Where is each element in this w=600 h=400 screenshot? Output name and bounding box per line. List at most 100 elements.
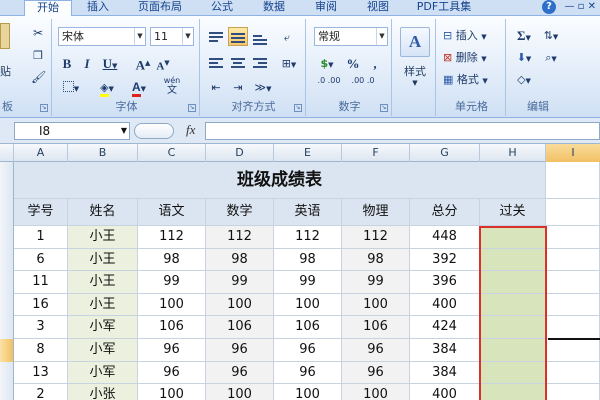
percent-button[interactable]: % <box>344 53 362 72</box>
phonetic-button[interactable]: wén 文 <box>158 75 186 97</box>
shrink-font-button[interactable]: A▼ <box>154 53 172 73</box>
row-header[interactable] <box>0 271 14 294</box>
table-cell[interactable]: 99 <box>342 271 410 294</box>
cell[interactable] <box>546 384 600 400</box>
merge-center-button[interactable]: ⊞▼ <box>276 53 302 72</box>
column-header-d[interactable]: D <box>206 144 274 162</box>
decrease-indent-button[interactable]: ⇤ <box>206 77 226 96</box>
underline-button[interactable]: U▼ <box>98 53 122 72</box>
table-cell[interactable]: 106 <box>138 316 206 339</box>
grow-font-button[interactable]: A▲ <box>134 53 152 73</box>
column-header-b[interactable]: B <box>68 144 138 162</box>
tab-page-layout[interactable]: 页面布局 <box>124 0 196 16</box>
tab-pdf-tools[interactable]: PDF工具集 <box>404 0 484 16</box>
row-header[interactable] <box>0 162 14 199</box>
format-painter-icon[interactable]: 🖌 <box>30 67 46 86</box>
tab-home[interactable]: 开始 <box>24 0 72 17</box>
decrease-decimal-button[interactable]: .00 .0 <box>348 75 378 97</box>
table-cell[interactable]: 384 <box>410 339 480 362</box>
name-box[interactable]: I8 ▼ <box>14 122 130 140</box>
table-cell[interactable] <box>480 361 546 385</box>
table-cell[interactable]: 100 <box>274 384 342 400</box>
align-right-button[interactable] <box>250 53 270 72</box>
cell[interactable] <box>546 271 600 294</box>
clear-button[interactable]: ◇▼ <box>512 69 536 88</box>
row-header[interactable] <box>0 293 14 317</box>
table-cell[interactable]: 1 <box>14 226 68 249</box>
table-cell[interactable]: 96 <box>138 361 206 385</box>
table-cell[interactable]: 100 <box>206 293 274 317</box>
column-label[interactable]: 学号 <box>14 199 68 226</box>
table-cell[interactable]: 小王 <box>68 226 138 249</box>
table-cell[interactable]: 2 <box>14 384 68 400</box>
column-label[interactable]: 英语 <box>274 199 342 226</box>
cell[interactable] <box>546 316 600 339</box>
cell[interactable] <box>546 162 600 199</box>
chevron-down-icon[interactable]: ▼ <box>182 28 193 45</box>
table-cell[interactable]: 小军 <box>68 361 138 385</box>
table-cell[interactable]: 98 <box>206 248 274 272</box>
table-cell[interactable]: 100 <box>274 293 342 317</box>
cell[interactable] <box>546 339 600 362</box>
fill-button[interactable]: ⬇▼ <box>512 47 536 66</box>
row-header[interactable] <box>0 199 14 226</box>
alignment-launcher-icon[interactable]: ↘ <box>294 104 302 112</box>
table-cell[interactable]: 448 <box>410 226 480 249</box>
styles-button-label[interactable]: 样式 <box>394 63 436 79</box>
align-center-button[interactable] <box>228 53 248 72</box>
table-cell[interactable]: 98 <box>274 248 342 272</box>
comma-button[interactable]: , <box>366 53 384 72</box>
table-cell[interactable]: 96 <box>342 361 410 385</box>
table-cell[interactable]: 96 <box>274 361 342 385</box>
table-cell[interactable]: 396 <box>410 271 480 294</box>
column-label[interactable]: 物理 <box>342 199 410 226</box>
font-name-combo[interactable]: 宋体 ▼ <box>58 27 146 46</box>
table-cell[interactable]: 100 <box>206 384 274 400</box>
insert-cells-button[interactable]: ⊟ 插入 ▼ <box>442 25 502 44</box>
table-cell[interactable]: 96 <box>342 339 410 362</box>
format-cells-button[interactable]: ▦ 格式 ▼ <box>442 69 502 88</box>
table-cell[interactable]: 112 <box>138 226 206 249</box>
italic-button[interactable]: I <box>78 53 96 72</box>
table-cell[interactable]: 106 <box>342 316 410 339</box>
number-format-combo[interactable]: 常规 ▼ <box>314 27 388 46</box>
clipboard-launcher-icon[interactable]: ↘ <box>40 104 48 112</box>
table-cell[interactable]: 106 <box>274 316 342 339</box>
table-cell[interactable]: 11 <box>14 271 68 294</box>
table-cell[interactable]: 96 <box>138 339 206 362</box>
row-header[interactable] <box>0 316 14 339</box>
column-label[interactable]: 姓名 <box>68 199 138 226</box>
column-header-f[interactable]: F <box>342 144 410 162</box>
table-cell[interactable]: 3 <box>14 316 68 339</box>
table-cell[interactable]: 96 <box>274 339 342 362</box>
font-size-combo[interactable]: 11 ▼ <box>150 27 194 46</box>
table-cell[interactable]: 400 <box>410 293 480 317</box>
column-header-c[interactable]: C <box>138 144 206 162</box>
table-cell[interactable] <box>480 316 546 339</box>
chevron-down-icon[interactable]: ▼ <box>134 28 145 45</box>
table-cell[interactable]: 6 <box>14 248 68 272</box>
font-launcher-icon[interactable]: ↘ <box>188 104 196 112</box>
table-cell[interactable]: 16 <box>14 293 68 317</box>
cell[interactable] <box>546 293 600 317</box>
table-cell[interactable]: 100 <box>138 384 206 400</box>
increase-indent-button[interactable]: ⇥ <box>228 77 248 96</box>
cell[interactable] <box>546 226 600 249</box>
autosum-button[interactable]: Σ▼ <box>512 25 536 44</box>
tab-review[interactable]: 审阅 <box>304 0 348 16</box>
table-cell[interactable]: 400 <box>410 384 480 400</box>
number-launcher-icon[interactable]: ↘ <box>380 104 388 112</box>
table-cell[interactable]: 392 <box>410 248 480 272</box>
column-label[interactable]: 语文 <box>138 199 206 226</box>
row-header[interactable] <box>0 226 14 249</box>
table-cell[interactable]: 13 <box>14 361 68 385</box>
table-cell[interactable]: 106 <box>206 316 274 339</box>
paste-icon[interactable] <box>0 23 10 49</box>
cell[interactable] <box>546 361 600 385</box>
column-header-i[interactable]: I <box>546 144 600 162</box>
copy-icon[interactable]: ❐ <box>30 45 46 64</box>
borders-button[interactable]: ▼ <box>58 77 84 96</box>
increase-decimal-button[interactable]: .0 .00 <box>314 75 344 97</box>
table-cell[interactable]: 小王 <box>68 293 138 317</box>
sort-filter-button[interactable]: ⇅▼ <box>538 25 564 44</box>
